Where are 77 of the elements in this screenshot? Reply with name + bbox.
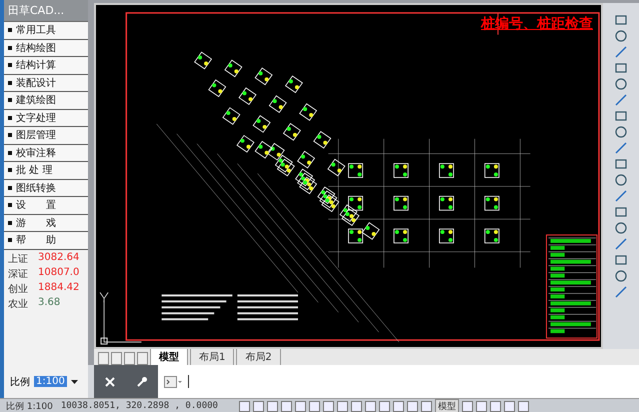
toolbar-tool-icon[interactable] — [614, 125, 628, 139]
toolbar-tool-icon[interactable] — [614, 77, 628, 91]
close-icon[interactable] — [104, 376, 114, 386]
toolbar-tool-icon[interactable] — [614, 237, 628, 251]
status-toggle-icon[interactable] — [238, 400, 250, 412]
toolbar-tool-icon[interactable] — [614, 45, 628, 59]
toolbar-tool-icon[interactable] — [614, 141, 628, 155]
menu-item[interactable]: 校审注释 — [4, 144, 88, 162]
menu-item[interactable]: 常用工具 — [4, 22, 88, 40]
toolbar-tool-icon[interactable] — [614, 189, 628, 203]
toolbar-tool-icon[interactable] — [614, 29, 628, 43]
status-toggle-icon[interactable] — [420, 400, 432, 412]
ucs-axis-icon — [100, 292, 142, 345]
status-toggle-icon[interactable] — [294, 400, 306, 412]
index-name: 上证 — [8, 252, 29, 266]
status-toggle-icon[interactable] — [252, 400, 264, 412]
wrench-icon[interactable] — [136, 376, 148, 388]
tab-scroll-button[interactable] — [124, 352, 135, 365]
toolbar-tool-icon[interactable] — [614, 205, 628, 219]
tab-scroll-button[interactable] — [137, 352, 148, 365]
coordinates-readout: 10038.8051, 320.2898 , 0.0000 — [60, 401, 219, 411]
menu-item[interactable]: 帮 助 — [4, 232, 88, 250]
menu-item[interactable]: 游 戏 — [4, 214, 88, 232]
panel-title: 田草CAD... — [4, 0, 88, 22]
layout-tab[interactable]: 模型 — [150, 348, 188, 365]
menu-item[interactable]: 批 处 理 — [4, 162, 88, 180]
command-input-field[interactable] — [158, 365, 639, 398]
status-toggle-icon[interactable] — [406, 400, 418, 412]
toolbar-tool-icon[interactable] — [614, 13, 628, 27]
status-toggle-icon[interactable] — [490, 400, 501, 412]
model-button[interactable]: 模型 — [434, 398, 459, 412]
menu-item[interactable]: 结构绘图 — [4, 40, 88, 57]
layout-tab[interactable]: 布局2 — [236, 348, 281, 365]
index-name: 创业 — [8, 282, 29, 296]
command-prompt-icon — [164, 376, 182, 388]
toolbar-tool-icon[interactable] — [614, 173, 628, 187]
status-toggle-icon[interactable] — [476, 400, 487, 412]
status-toggle-icon[interactable] — [378, 400, 390, 412]
scale-label: 比例 — [10, 376, 30, 388]
menu-item[interactable]: 图层管理 — [4, 127, 88, 144]
index-value: 1884.42 — [38, 282, 80, 294]
status-toggle-icon[interactable] — [504, 400, 515, 412]
status-toggle-icon[interactable] — [336, 400, 348, 412]
layout-tab[interactable]: 布局1 — [190, 348, 234, 365]
menu-item[interactable]: 设 置 — [4, 197, 88, 214]
tab-scroll-button[interactable] — [111, 352, 122, 365]
caret-icon — [70, 380, 78, 384]
status-toggle-icon[interactable] — [462, 400, 473, 412]
index-value: 3.68 — [38, 296, 62, 310]
tab-scroll-button[interactable] — [98, 352, 109, 365]
status-toggle-icon[interactable] — [518, 400, 529, 412]
toolbar-tool-icon[interactable] — [614, 93, 628, 107]
toolbar-tool-icon[interactable] — [614, 221, 628, 235]
menu-item[interactable]: 建筑绘图 — [4, 92, 88, 110]
menu-item[interactable]: 图纸转换 — [4, 180, 88, 197]
status-toggle-icon[interactable] — [280, 400, 292, 412]
status-toggle-icon[interactable] — [350, 400, 362, 412]
status-scale[interactable]: 比例 1:100 — [6, 400, 53, 412]
toolbar-tool-icon[interactable] — [614, 109, 628, 123]
toolbar-tool-icon[interactable] — [614, 253, 628, 267]
toolbar-tool-icon[interactable] — [614, 285, 628, 299]
toolbar-tool-icon[interactable] — [614, 61, 628, 75]
menu-item[interactable]: 装配设计 — [4, 74, 88, 92]
text-cursor-icon — [188, 375, 190, 388]
status-toggle-icon[interactable] — [266, 400, 278, 412]
index-value: 3082.64 — [38, 252, 80, 264]
index-value: 10807.0 — [38, 266, 80, 280]
menu-item[interactable]: 文字处理 — [4, 110, 88, 127]
toolbar-tool-icon[interactable] — [614, 269, 628, 283]
toolbar-tool-icon[interactable] — [614, 157, 628, 171]
status-toggle-icon[interactable] — [392, 400, 404, 412]
status-toggle-icon[interactable] — [308, 400, 320, 412]
index-name: 深证 — [8, 268, 29, 280]
status-toggle-icon[interactable] — [322, 400, 334, 412]
menu-item[interactable]: 结构计算 — [4, 57, 88, 74]
index-name: 农业 — [8, 298, 29, 310]
status-toggle-icon[interactable] — [364, 400, 376, 412]
